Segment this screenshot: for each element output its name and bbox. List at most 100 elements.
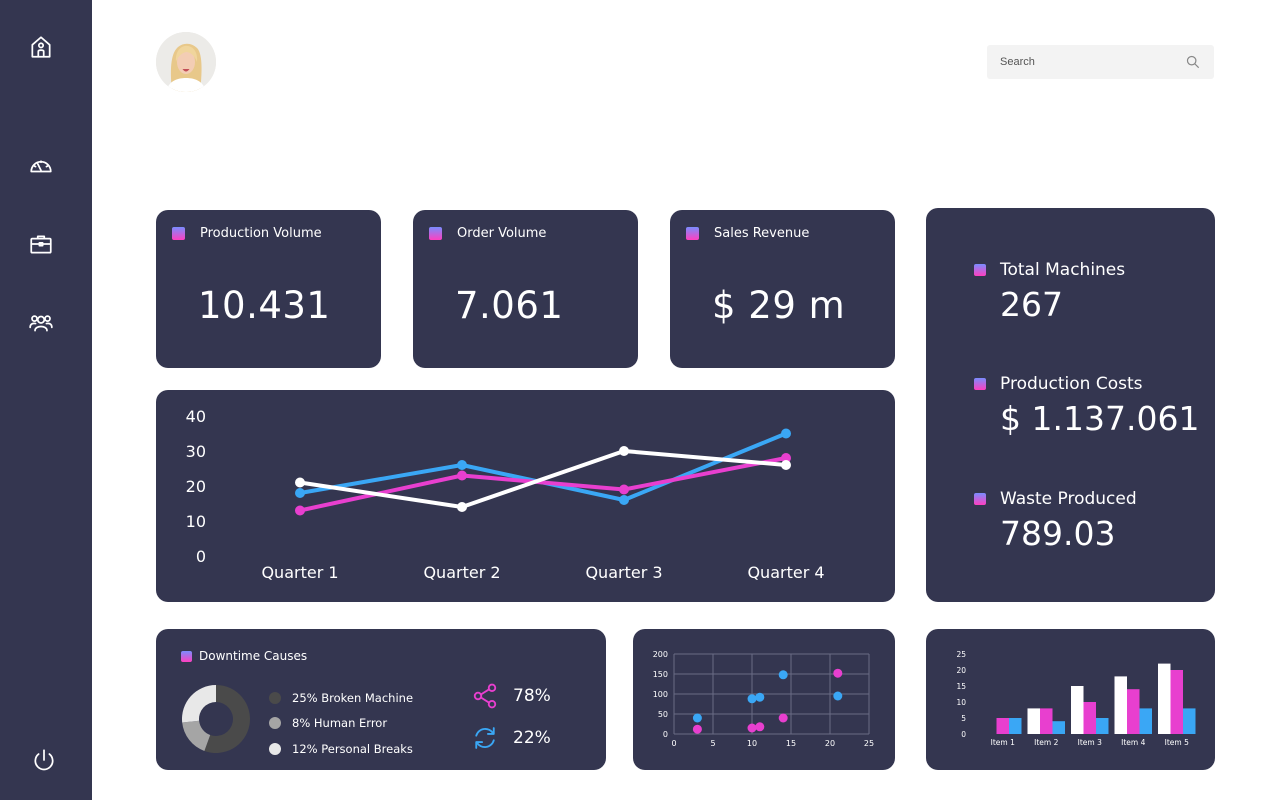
search-icon[interactable] bbox=[1186, 55, 1200, 69]
bar bbox=[1009, 718, 1022, 734]
data-point bbox=[295, 477, 305, 488]
share-icon bbox=[473, 683, 497, 709]
scatter-point bbox=[755, 692, 765, 702]
kpi-value: 10.431 bbox=[198, 284, 331, 327]
y-tick-label: 200 bbox=[653, 650, 668, 659]
scatter-point bbox=[833, 691, 843, 701]
home-icon[interactable] bbox=[26, 32, 56, 62]
y-tick-label: 150 bbox=[653, 670, 668, 679]
scatter-point bbox=[747, 723, 757, 733]
y-tick-label: 10 bbox=[956, 698, 966, 707]
metric-value: 78% bbox=[513, 686, 551, 706]
metric-value: 22% bbox=[513, 728, 551, 748]
y-tick-label: 100 bbox=[653, 690, 668, 699]
data-point bbox=[619, 484, 629, 495]
x-tick-label: 25 bbox=[864, 739, 874, 748]
series-line bbox=[299, 431, 787, 502]
bar-chart-card: 0 5 10 15 20 25 Item 1 Item 2 Item 3 Item 4 Item 5 bbox=[926, 629, 1215, 770]
scatter-point bbox=[692, 724, 702, 734]
x-tick-label: 15 bbox=[786, 739, 796, 748]
scatter-chart-card: 0 5 10 15 20 25 0 50 100 150 200 bbox=[633, 629, 895, 770]
legend-dot bbox=[269, 717, 281, 730]
data-point bbox=[619, 495, 629, 505]
y-tick-label: 15 bbox=[956, 682, 966, 691]
donut-slice bbox=[182, 685, 216, 723]
bar-chart: 0 5 10 15 20 25 Item 1 Item 2 Item 3 Item 4 Item 5 bbox=[956, 650, 1196, 747]
speedometer-icon[interactable] bbox=[26, 150, 56, 180]
bar bbox=[1096, 718, 1109, 734]
metric-share: 78% bbox=[471, 682, 551, 710]
scatter-point bbox=[778, 713, 788, 723]
stat-label: Production Costs bbox=[1000, 374, 1143, 394]
x-tick-label: Quarter 2 bbox=[423, 563, 500, 582]
users-icon[interactable] bbox=[26, 308, 56, 338]
data-point bbox=[457, 470, 467, 481]
x-tick-label: 0 bbox=[671, 739, 676, 748]
legend-square-icon bbox=[172, 227, 185, 240]
data-point bbox=[295, 505, 305, 516]
series-line bbox=[299, 456, 787, 513]
legend-label: 12% Personal Breaks bbox=[292, 741, 413, 756]
scatter-point bbox=[692, 713, 702, 723]
kpi-title: Order Volume bbox=[457, 226, 547, 241]
scatter-point bbox=[833, 668, 843, 678]
stat-value: 789.03 bbox=[1000, 514, 1116, 553]
legend-square-icon bbox=[974, 264, 986, 276]
power-icon[interactable] bbox=[30, 746, 58, 774]
stat-value: 267 bbox=[1000, 285, 1063, 324]
y-tick-label: 50 bbox=[658, 710, 668, 719]
x-tick-label: Item 1 bbox=[991, 738, 1015, 747]
bar bbox=[1139, 708, 1152, 734]
line-chart: 0 10 20 30 40 Quarter 1 Quarter 2 Quarter 3 Quar… bbox=[186, 407, 825, 582]
bar bbox=[1040, 708, 1053, 734]
x-tick-label: Item 3 bbox=[1078, 738, 1102, 747]
legend-square-icon bbox=[686, 227, 699, 240]
kpi-value: 7.061 bbox=[455, 284, 564, 327]
bar bbox=[996, 718, 1009, 734]
x-tick-label: Quarter 3 bbox=[585, 563, 662, 582]
bar bbox=[1027, 708, 1040, 734]
scatter-point bbox=[778, 670, 788, 680]
data-point bbox=[295, 488, 305, 498]
y-tick-label: 5 bbox=[961, 714, 966, 723]
y-tick-label: 25 bbox=[956, 650, 966, 659]
legend-label: 25% Broken Machine bbox=[292, 690, 414, 705]
bar bbox=[1158, 663, 1171, 734]
kpi-title: Production Volume bbox=[200, 226, 322, 241]
bar bbox=[1071, 686, 1084, 734]
donut-slice bbox=[182, 720, 211, 751]
stat-label: Waste Produced bbox=[1000, 489, 1137, 509]
avatar[interactable] bbox=[156, 32, 216, 92]
kpi-value: $ 29 m bbox=[712, 284, 846, 327]
refresh-icon bbox=[475, 727, 495, 749]
legend-item: 12% Personal Breaks bbox=[269, 736, 413, 762]
scatter-chart: 0 5 10 15 20 25 0 50 100 150 200 bbox=[653, 650, 874, 748]
x-tick-label: Quarter 4 bbox=[747, 563, 824, 582]
legend-dot bbox=[269, 742, 281, 755]
y-tick-label: 40 bbox=[186, 407, 206, 426]
x-tick-label: 20 bbox=[825, 739, 835, 748]
bar bbox=[1183, 708, 1196, 734]
y-tick-label: 0 bbox=[663, 730, 668, 739]
data-point bbox=[781, 428, 791, 439]
briefcase-icon[interactable] bbox=[26, 229, 56, 259]
metric-refresh: 22% bbox=[471, 724, 551, 752]
x-tick-label: Item 2 bbox=[1034, 738, 1058, 747]
legend-square-icon bbox=[974, 493, 986, 505]
legend-square-icon bbox=[181, 650, 192, 662]
search-input[interactable] bbox=[1000, 56, 1186, 68]
search-bar[interactable] bbox=[987, 45, 1214, 79]
downtime-card: Downtime Causes 25% Broken Machine 8% Hu… bbox=[156, 629, 606, 770]
bar bbox=[1127, 689, 1140, 734]
legend-dot bbox=[269, 691, 281, 704]
y-tick-label: 0 bbox=[196, 547, 206, 566]
data-point bbox=[781, 460, 791, 470]
downtime-legend: 25% Broken Machine 8% Human Error 12% Pe… bbox=[269, 685, 413, 762]
y-tick-label: 20 bbox=[956, 666, 966, 675]
kpi-card-sales-revenue: Sales Revenue $ 29 m bbox=[670, 210, 895, 368]
x-tick-label: 10 bbox=[747, 739, 757, 748]
stat-label: Total Machines bbox=[1000, 260, 1126, 280]
bar bbox=[1114, 676, 1127, 734]
scatter-point bbox=[755, 722, 765, 732]
data-point bbox=[457, 502, 467, 512]
